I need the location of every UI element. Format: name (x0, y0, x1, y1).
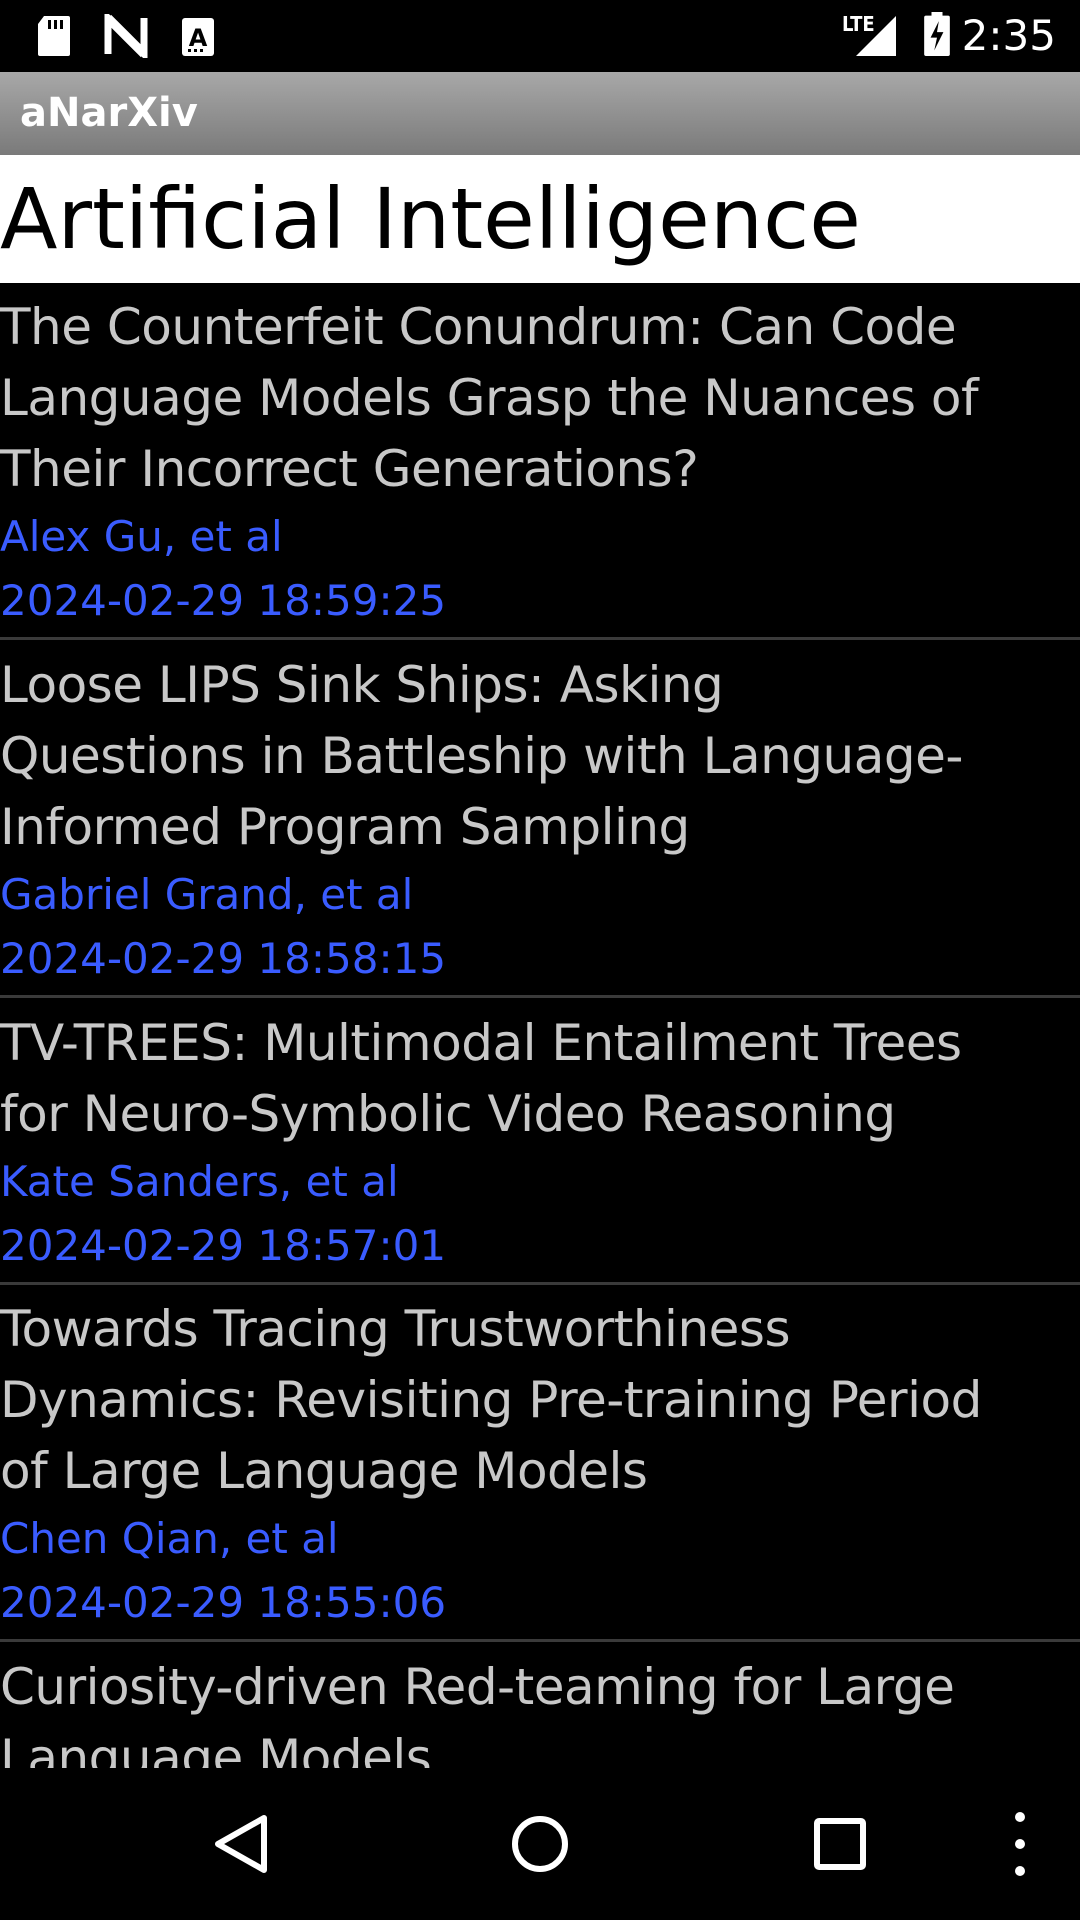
paper-date: 2024-02-29 18:59:25 (0, 576, 447, 625)
paper-date: 2024-02-29 18:57:01 (0, 1221, 447, 1270)
signal-icon (856, 16, 896, 56)
paper-title: TV-TREES: Multimodal Entailment Trees fo… (0, 1014, 962, 1143)
home-icon[interactable] (500, 1804, 580, 1884)
navigation-bar (0, 1768, 1080, 1920)
paper-authors: Chen Qian, et al (0, 1514, 339, 1563)
svg-text:A: A (189, 24, 208, 52)
a-notification-icon: A (182, 18, 214, 56)
category-title: Artificial Intelligence (0, 170, 861, 268)
overflow-menu-icon[interactable] (980, 1804, 1040, 1884)
paper-date: 2024-02-29 18:58:15 (0, 934, 447, 983)
divider (0, 1282, 1080, 1285)
divider (0, 637, 1080, 640)
paper-title: Towards Tracing Trustworthiness Dynamics… (0, 1300, 982, 1500)
paper-authors: Alex Gu, et al (0, 512, 283, 561)
paper-authors: Gabriel Grand, et al (0, 870, 414, 919)
paper-authors: Kate Sanders, et al (0, 1157, 399, 1206)
back-icon[interactable] (200, 1804, 280, 1884)
list-item[interactable]: Curiosity-driven Red-teaming for Large L… (0, 1652, 1080, 1768)
status-clock: 2:35 (961, 11, 1056, 60)
paper-title: The Counterfeit Conundrum: Can Code Lang… (0, 298, 979, 498)
app-bar: aNarXiv (0, 72, 1080, 155)
paper-title: Loose LIPS Sink Ships: Asking Questions … (0, 656, 963, 856)
category-header: Artificial Intelligence (0, 155, 1080, 283)
sd-card-icon (38, 16, 70, 56)
status-bar: A LTE 2:35 (0, 0, 1080, 72)
battery-charging-icon (924, 12, 950, 56)
recents-icon[interactable] (800, 1804, 880, 1884)
paper-title: Curiosity-driven Red-teaming for Large L… (0, 1658, 955, 1768)
list-item[interactable]: TV-TREES: Multimodal Entailment Trees fo… (0, 1008, 1080, 1278)
list-item[interactable]: The Counterfeit Conundrum: Can Code Lang… (0, 292, 1080, 633)
divider (0, 1639, 1080, 1642)
paper-date: 2024-02-29 18:55:06 (0, 1578, 447, 1627)
paper-list[interactable]: The Counterfeit Conundrum: Can Code Lang… (0, 283, 1080, 1768)
n-notification-icon (104, 14, 148, 58)
list-item[interactable]: Towards Tracing Trustworthiness Dynamics… (0, 1294, 1080, 1635)
list-item[interactable]: Loose LIPS Sink Ships: Asking Questions … (0, 650, 1080, 991)
divider (0, 995, 1080, 998)
app-title: aNarXiv (20, 90, 198, 136)
